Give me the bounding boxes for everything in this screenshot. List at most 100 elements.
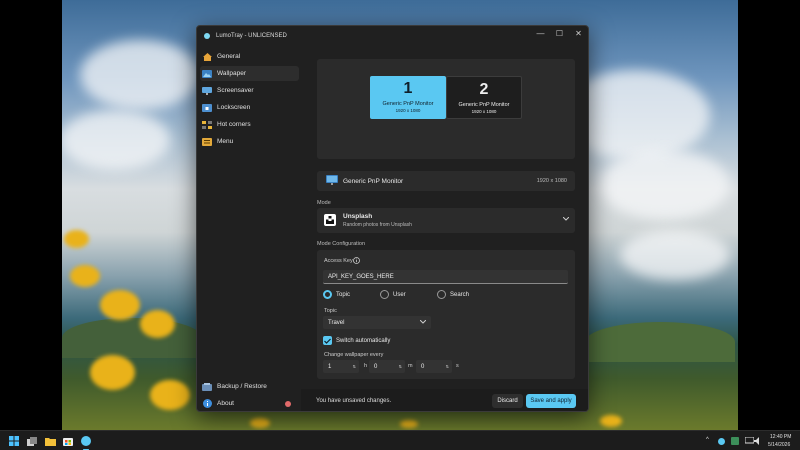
- sidebar-item-about[interactable]: About: [200, 396, 299, 411]
- stepper-arrows-icon[interactable]: ⇅: [399, 364, 402, 369]
- sidebar-item-label: About: [217, 400, 234, 407]
- sidebar-item-label: Screensaver: [217, 87, 254, 94]
- lumotray-tray-icon[interactable]: [715, 435, 727, 447]
- stepper-arrows-icon[interactable]: ⇅: [353, 364, 356, 369]
- mode-section-label: Mode: [317, 200, 331, 206]
- wallpaper-icon: [202, 69, 212, 78]
- unsaved-changes-message: You have unsaved changes.: [316, 398, 392, 404]
- save-and-apply-button[interactable]: Save and apply: [526, 394, 576, 408]
- monitor-layout-preview: 1 Generic PnP Monitor 1920 x 1080 2 Gene…: [317, 59, 575, 159]
- seconds-stepper[interactable]: 0 ⇅: [416, 360, 452, 373]
- task-view-icon[interactable]: [26, 435, 38, 447]
- hot-corners-icon: [202, 120, 212, 129]
- monitor-2-tile[interactable]: 2 Generic PnP Monitor 1920 x 1080: [446, 76, 522, 119]
- letterbox-right: [738, 0, 800, 430]
- screensaver-icon: [202, 86, 212, 95]
- stepper-arrows-icon[interactable]: ⇅: [446, 364, 449, 369]
- close-button[interactable]: ✕: [569, 26, 588, 40]
- network-tray-icon[interactable]: [729, 435, 741, 447]
- footer-bar: You have unsaved changes. Discard Save a…: [301, 389, 588, 411]
- sidebar-item-label: Hot corners: [217, 121, 251, 128]
- sidebar-item-label: Wallpaper: [217, 70, 247, 77]
- hours-stepper[interactable]: 1 ⇅: [323, 360, 359, 373]
- info-icon[interactable]: [353, 257, 360, 266]
- chevron-down-icon: [419, 319, 427, 326]
- topic-label: Topic: [324, 308, 337, 314]
- main-content: 1 Generic PnP Monitor 1920 x 1080 2 Gene…: [301, 46, 588, 389]
- radio-user[interactable]: User: [380, 290, 406, 299]
- radio-indicator: [323, 290, 332, 299]
- file-explorer-icon[interactable]: [44, 435, 56, 447]
- switch-automatically-checkbox[interactable]: Switch automatically: [323, 336, 390, 345]
- mode-config-panel: Access Key API_KEY_GOES_HERE Topic User …: [317, 250, 575, 379]
- monitor-number: 2: [479, 81, 489, 98]
- seconds-unit: s: [456, 363, 459, 369]
- notification-badge: [285, 400, 291, 407]
- monitor-name: Generic PnP Monitor: [458, 102, 510, 108]
- selected-monitor-resolution: 1920 x 1080: [536, 178, 567, 184]
- sidebar-item-label: Menu: [217, 138, 234, 145]
- selected-monitor-card: Generic PnP Monitor 1920 x 1080: [317, 171, 575, 191]
- monitor-1-tile[interactable]: 1 Generic PnP Monitor 1920 x 1080: [370, 76, 446, 119]
- home-icon: [202, 52, 212, 61]
- radio-label: Search: [450, 291, 470, 298]
- app-window: LumoTray - UNLICENSED — ☐ ✕ General Wall…: [196, 25, 589, 412]
- radio-label: Topic: [336, 291, 351, 298]
- monitor-resolution: 1920 x 1080: [471, 109, 497, 114]
- maximize-button[interactable]: ☐: [550, 26, 569, 40]
- minutes-value: 0: [374, 363, 378, 370]
- sidebar: General Wallpaper Screensaver Lockscreen…: [197, 46, 301, 411]
- radio-search[interactable]: Search: [437, 290, 469, 299]
- radio-indicator: [437, 290, 446, 299]
- monitor-name: Generic PnP Monitor: [382, 101, 434, 107]
- sidebar-item-label: Lockscreen: [217, 104, 251, 111]
- app-icon: [204, 33, 210, 39]
- monitor-number: 1: [403, 80, 413, 97]
- hours-unit: h: [364, 363, 368, 369]
- mode-selector[interactable]: Unsplash Random photos from Unsplash: [317, 208, 575, 233]
- clock-time[interactable]: 12:40 PM: [770, 434, 791, 440]
- lockscreen-icon: [202, 103, 212, 112]
- seconds-value: 0: [421, 363, 425, 370]
- monitor-resolution: 1920 x 1080: [395, 108, 421, 113]
- sidebar-item-screensaver[interactable]: Screensaver: [200, 83, 299, 98]
- backup-icon: [202, 382, 212, 391]
- access-key-input[interactable]: API_KEY_GOES_HERE: [323, 270, 568, 284]
- sidebar-item-lockscreen[interactable]: Lockscreen: [200, 100, 299, 115]
- chevron-down-icon: [562, 216, 570, 223]
- selected-monitor-name: Generic PnP Monitor: [343, 177, 404, 185]
- checkmark-icon: [323, 336, 332, 345]
- volume-tray-icon[interactable]: [752, 435, 764, 447]
- sidebar-item-menu[interactable]: Menu: [200, 134, 299, 149]
- menu-icon: [202, 137, 212, 146]
- sidebar-item-wallpaper[interactable]: Wallpaper: [200, 66, 299, 81]
- monitor-icon: [326, 175, 338, 187]
- radio-label: User: [393, 291, 406, 298]
- minutes-stepper[interactable]: 0 ⇅: [369, 360, 405, 373]
- sidebar-item-backup-restore[interactable]: Backup / Restore: [200, 379, 299, 394]
- start-icon[interactable]: [8, 435, 20, 447]
- info-icon: [202, 399, 212, 408]
- chevron-up-icon[interactable]: ^: [706, 437, 709, 443]
- radio-topic[interactable]: Topic: [323, 290, 350, 299]
- config-section-label: Mode Configuration: [317, 241, 366, 247]
- clock-date[interactable]: 5/14/2026: [768, 442, 790, 448]
- mode-name: Unsplash: [343, 213, 373, 220]
- sidebar-item-general[interactable]: General: [200, 49, 299, 64]
- sidebar-item-label: Backup / Restore: [217, 383, 267, 390]
- letterbox-left: [0, 0, 62, 430]
- interval-label: Change wallpaper every: [324, 352, 384, 358]
- minutes-unit: m: [408, 363, 413, 369]
- hours-value: 1: [328, 363, 332, 370]
- sidebar-item-label: General: [217, 53, 241, 60]
- switch-automatically-label: Switch automatically: [336, 337, 391, 344]
- store-icon[interactable]: [62, 435, 74, 447]
- lumotray-taskbar-icon[interactable]: [80, 435, 92, 450]
- title-bar[interactable]: LumoTray - UNLICENSED — ☐ ✕: [197, 26, 588, 46]
- topic-select[interactable]: Travel: [323, 316, 431, 329]
- sidebar-item-hot-corners[interactable]: Hot corners: [200, 117, 299, 132]
- discard-button[interactable]: Discard: [492, 394, 523, 408]
- mode-description: Random photos from Unsplash: [343, 222, 412, 228]
- minimize-button[interactable]: —: [531, 26, 550, 40]
- topic-value: Travel: [328, 319, 345, 326]
